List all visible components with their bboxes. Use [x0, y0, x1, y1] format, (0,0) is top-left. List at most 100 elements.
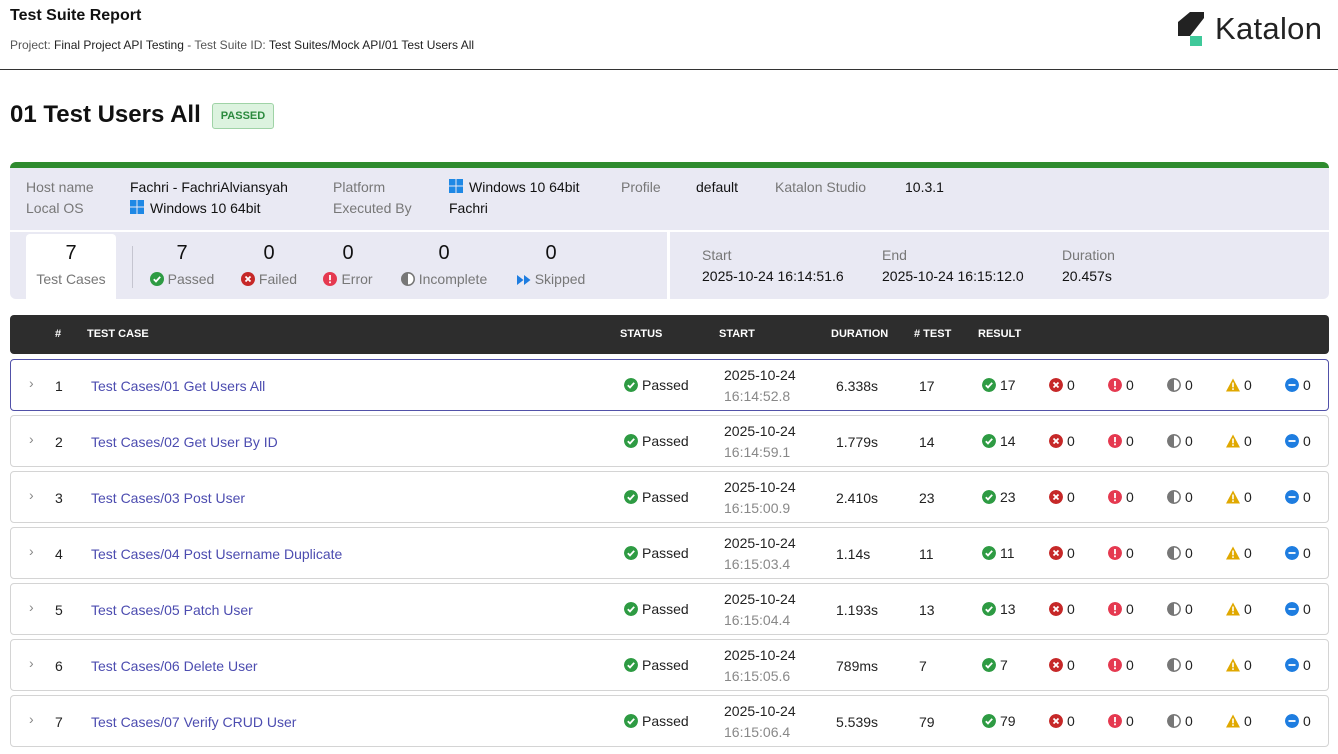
test-case-link[interactable]: Test Cases/07 Verify CRUD User [91, 714, 296, 730]
row-test-count: 17 [919, 378, 935, 394]
error-stat[interactable]: Error [316, 271, 380, 287]
row-duration: 1.779s [836, 434, 879, 450]
chevron-right-icon[interactable]: › [29, 375, 34, 391]
col-test-case[interactable]: TEST CASE [87, 328, 149, 340]
result-incomplete-count: 0 [1185, 657, 1193, 673]
skip-circle-icon [1285, 714, 1299, 728]
chevron-right-icon[interactable]: › [29, 711, 34, 727]
row-status-label: Passed [642, 545, 689, 561]
chevron-right-icon[interactable]: › [29, 655, 34, 671]
failed-label: Failed [258, 271, 298, 287]
row-status: Passed [624, 601, 689, 617]
result-incomplete: 0 [1167, 433, 1193, 449]
error-circle-icon [1108, 658, 1122, 672]
row-start-time: 16:15:03.4 [724, 556, 791, 572]
failed-stat[interactable]: Failed [236, 271, 302, 287]
warning-icon [1226, 602, 1240, 616]
row-start-time: 16:15:00.9 [724, 500, 791, 516]
result-failed-count: 0 [1067, 601, 1075, 617]
result-error: 0 [1108, 657, 1134, 673]
result-failed-count: 0 [1067, 545, 1075, 561]
result-warning: 0 [1226, 489, 1252, 505]
x-circle-icon [1049, 602, 1063, 616]
katalon-logo: Katalon [1178, 11, 1330, 47]
col-index: # [55, 328, 62, 340]
chevron-right-icon[interactable]: › [29, 487, 34, 503]
col-start[interactable]: START [719, 328, 755, 340]
test-case-link[interactable]: Test Cases/02 Get User By ID [91, 434, 278, 450]
row-index: 5 [55, 602, 63, 618]
row-status: Passed [624, 489, 689, 505]
result-skipped: 0 [1285, 713, 1311, 729]
passed-stat[interactable]: Passed [147, 271, 217, 287]
executed-value: Fachri [449, 200, 488, 216]
test-case-link[interactable]: Test Cases/04 Post Username Duplicate [91, 546, 342, 562]
test-case-link[interactable]: Test Cases/06 Delete User [91, 658, 258, 674]
half-circle-icon [1167, 434, 1181, 448]
test-case-link[interactable]: Test Cases/03 Post User [91, 490, 245, 506]
result-skipped: 0 [1285, 489, 1311, 505]
suite-id-value: Test Suites/Mock API/01 Test Users All [268, 38, 475, 52]
table-row[interactable]: › 3 Test Cases/03 Post User Passed 2025-10-2… [10, 471, 1329, 523]
row-index: 4 [55, 546, 63, 562]
result-error-count: 0 [1126, 433, 1134, 449]
os-label: Local OS [26, 200, 84, 216]
result-skipped-count: 0 [1303, 377, 1311, 393]
row-start-time: 16:15:06.4 [724, 724, 791, 740]
chevron-right-icon[interactable]: › [29, 431, 34, 447]
check-circle-icon [624, 378, 638, 392]
chevron-right-icon[interactable]: › [29, 543, 34, 559]
test-case-link[interactable]: Test Cases/05 Patch User [91, 602, 253, 618]
table-row[interactable]: › 4 Test Cases/04 Post Username Duplicate P… [10, 527, 1329, 579]
start-label: Start [702, 247, 732, 263]
table-row[interactable]: › 5 Test Cases/05 Patch User Passed 2025-10-… [10, 583, 1329, 635]
result-error: 0 [1108, 545, 1134, 561]
row-status-label: Passed [642, 433, 689, 449]
check-circle-icon [149, 272, 164, 286]
result-incomplete: 0 [1167, 377, 1193, 393]
result-warning-count: 0 [1244, 657, 1252, 673]
start-value: 2025-10-24 16:14:51.6 [702, 268, 844, 284]
x-circle-icon [1049, 546, 1063, 560]
result-warning: 0 [1226, 713, 1252, 729]
result-incomplete: 0 [1167, 657, 1193, 673]
chevron-right-icon[interactable]: › [29, 599, 34, 615]
col-status[interactable]: STATUS [620, 328, 662, 340]
half-circle-icon [1167, 658, 1181, 672]
result-skipped-count: 0 [1303, 545, 1311, 561]
platform-value: Windows 10 64bit [469, 179, 580, 195]
row-duration: 1.193s [836, 602, 879, 618]
result-warning-count: 0 [1244, 545, 1252, 561]
error-circle-icon [1108, 546, 1122, 560]
skipped-label: Skipped [534, 271, 586, 287]
row-status-label: Passed [642, 657, 689, 673]
studio-value: 10.3.1 [905, 179, 944, 195]
error-circle-icon [1108, 378, 1122, 392]
skipped-stat[interactable]: Skipped [510, 271, 592, 287]
warning-icon [1226, 434, 1240, 448]
test-case-link[interactable]: Test Cases/01 Get Users All [91, 378, 265, 394]
half-circle-icon [400, 272, 415, 286]
skip-circle-icon [1285, 378, 1299, 392]
platform-label: Platform [333, 179, 386, 195]
passed-label: Passed [167, 271, 215, 287]
col-tests[interactable]: # TEST [914, 328, 951, 340]
row-test-count: 79 [919, 714, 935, 730]
half-circle-icon [1167, 714, 1181, 728]
row-start-date: 2025-10-24 [724, 479, 796, 495]
result-warning-count: 0 [1244, 713, 1252, 729]
row-start-time: 16:15:05.6 [724, 668, 791, 684]
table-row[interactable]: › 6 Test Cases/06 Delete User Passed 2025-10… [10, 639, 1329, 691]
col-duration[interactable]: DURATION [831, 328, 888, 340]
result-skipped: 0 [1285, 601, 1311, 617]
row-start-date: 2025-10-24 [724, 423, 796, 439]
row-start-time: 16:14:59.1 [724, 444, 791, 460]
duration-value: 20.457s [1062, 268, 1112, 284]
result-error-count: 0 [1126, 657, 1134, 673]
result-error: 0 [1108, 433, 1134, 449]
incomplete-count: 0 [438, 242, 450, 264]
table-row[interactable]: › 1 Test Cases/01 Get Users All Passed 2025-… [10, 359, 1329, 411]
incomplete-stat[interactable]: Incomplete [394, 271, 494, 287]
table-row[interactable]: › 7 Test Cases/07 Verify CRUD User Passed 20… [10, 695, 1329, 747]
table-row[interactable]: › 2 Test Cases/02 Get User By ID Passed 2025… [10, 415, 1329, 467]
